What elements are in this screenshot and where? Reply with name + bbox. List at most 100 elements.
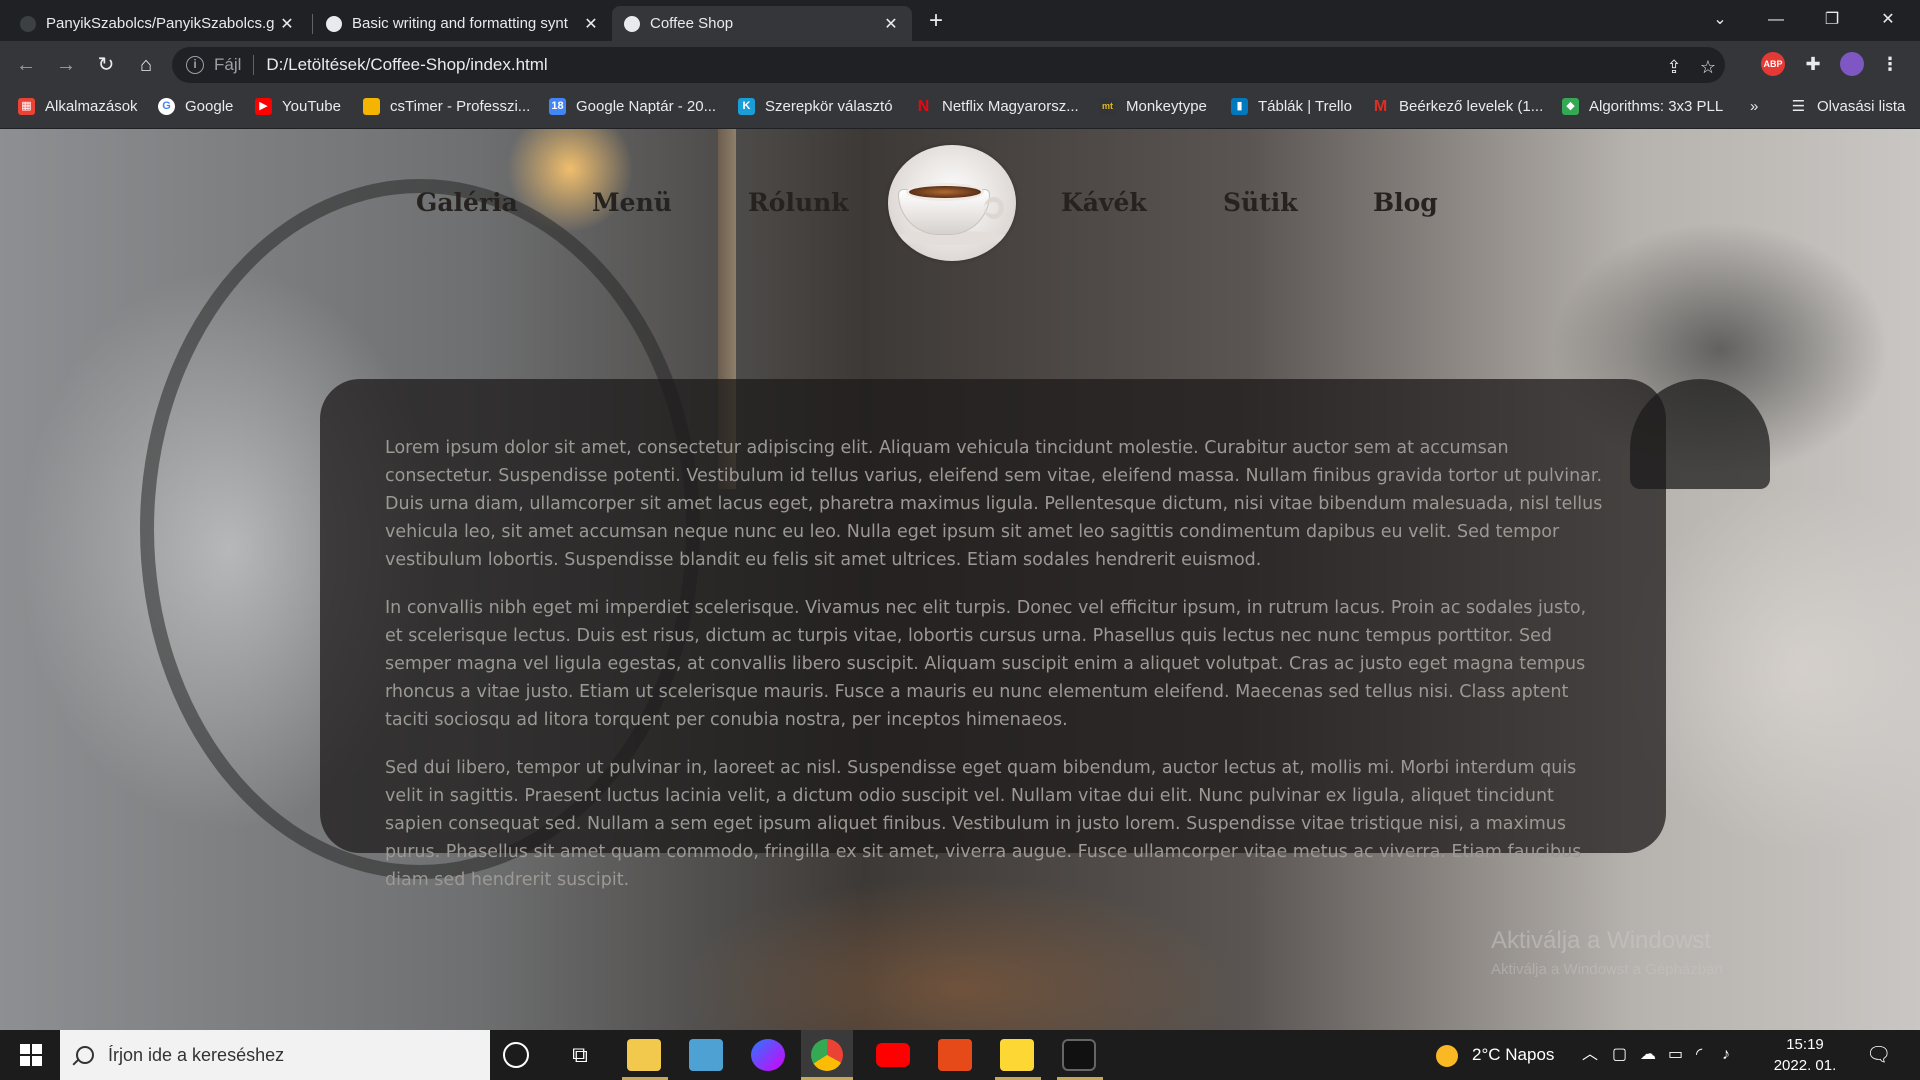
windows-activation-title: Aktiválja a Windowst	[1491, 927, 1712, 954]
onedrive-cloud-icon[interactable]: ☁	[1640, 1030, 1656, 1080]
tab-coffee-shop[interactable]: Coffee Shop ✕	[612, 6, 912, 41]
reload-button[interactable]: ↻	[92, 51, 120, 79]
tab-title: PanyikSzabolcs/PanyikSzabolcs.g	[46, 15, 275, 32]
bookmarks-bar: ▦ Alkalmazások G Google ▶ YouTube csTime…	[0, 89, 1920, 129]
bookmark-label: Netflix Magyarorsz...	[942, 98, 1079, 115]
browser-toolbar: ← → ↻ ⌂ i Fájl D:/Letöltések/Coffee-Shop…	[0, 41, 1920, 89]
obs-icon[interactable]	[1062, 1039, 1096, 1071]
cstimer-icon	[363, 98, 380, 115]
bookmark-google[interactable]: G Google	[158, 98, 233, 115]
tab-markdown-docs[interactable]: Basic writing and formatting synt ✕	[314, 6, 612, 41]
apps-grid-icon: ▦	[18, 98, 35, 115]
bookmark-label: Alkalmazások	[45, 98, 138, 115]
task-view-icon[interactable]: ⧉	[563, 1039, 597, 1071]
bookmark-label: Google Naptár - 20...	[576, 98, 717, 115]
content-paragraph: In convallis nibh eget mi imperdiet scel…	[385, 598, 1587, 730]
extensions-icon[interactable]: ✚	[1801, 52, 1825, 76]
weather-text[interactable]: 2°C Napos	[1472, 1030, 1554, 1080]
bookmark-label: Táblák | Trello	[1258, 98, 1352, 115]
bookmarks-overflow-button[interactable]: »	[1750, 98, 1758, 115]
close-tab-icon[interactable]: ✕	[882, 14, 900, 34]
taskbar-search-box[interactable]: Írjon ide a kereséshez	[60, 1030, 490, 1080]
monkeytype-icon: mt	[1099, 98, 1116, 115]
back-button[interactable]: ←	[12, 51, 40, 79]
close-tab-icon[interactable]: ✕	[278, 14, 296, 34]
tab-title: Basic writing and formatting synt	[352, 15, 568, 32]
nav-link-menu[interactable]: Menü	[592, 188, 672, 217]
coffee-shop-page: Galéria Menü Rólunk Kávék Sütik Blog Lor…	[0, 129, 1920, 1030]
forward-button[interactable]: →	[52, 51, 80, 79]
nav-link-blog[interactable]: Blog	[1373, 188, 1438, 217]
bookmark-kreta[interactable]: K Szerepkör választó	[738, 98, 893, 115]
chrome-icon	[811, 1039, 843, 1071]
tray-overflow-chevron-icon[interactable]: ︿	[1582, 1030, 1598, 1080]
new-tab-button[interactable]: +	[922, 8, 950, 36]
restore-button[interactable]: ❐	[1804, 0, 1860, 41]
start-button[interactable]	[0, 1030, 60, 1080]
tab-title: Coffee Shop	[650, 15, 734, 32]
content-card: Lorem ipsum dolor sit amet, consectetur …	[320, 379, 1666, 890]
minimize-button[interactable]: —	[1748, 0, 1804, 41]
weather-sun-icon[interactable]	[1436, 1030, 1460, 1080]
bookmark-label: Google	[185, 98, 234, 115]
bookmark-apps[interactable]: ▦ Alkalmazások	[18, 98, 138, 115]
reading-list-label: Olvasási lista	[1817, 98, 1906, 115]
windows-activation-subtitle: Aktiválja a Windowst a Gépházban	[1491, 961, 1723, 978]
taskbar-clock[interactable]: 15:19 2022. 01. 18.	[1762, 1034, 1848, 1080]
trello-icon: ▮	[1231, 98, 1248, 115]
github-icon	[326, 15, 342, 32]
site-nav: Galéria Menü Rólunk Kávék Sütik Blog	[0, 145, 1920, 265]
youtube-taskbar-icon[interactable]	[876, 1043, 910, 1067]
search-placeholder: Írjon ide a kereséshez	[108, 1044, 285, 1065]
bookmark-trello[interactable]: ▮ Táblák | Trello	[1231, 98, 1352, 115]
info-icon[interactable]: i	[186, 56, 204, 74]
coffee-surface-shape	[906, 183, 984, 201]
menu-kebab-icon[interactable]: ⋮	[1878, 52, 1902, 76]
office-icon[interactable]	[938, 1039, 972, 1071]
search-icon	[76, 1046, 94, 1064]
avatar[interactable]	[1840, 52, 1864, 76]
bookmark-monkeytype[interactable]: mt Monkeytype	[1099, 98, 1207, 115]
home-button[interactable]: ⌂	[132, 51, 160, 79]
meet-now-icon[interactable]: ▢	[1612, 1030, 1627, 1080]
globe-icon	[624, 15, 640, 32]
bookmark-cstimer[interactable]: csTimer - Professzi...	[363, 98, 530, 115]
netflix-icon: N	[917, 98, 930, 115]
computer-app-icon[interactable]	[689, 1039, 723, 1071]
nav-link-about[interactable]: Rólunk	[748, 188, 849, 217]
address-bar[interactable]: i Fájl D:/Letöltések/Coffee-Shop/index.h…	[172, 47, 1725, 83]
bookmark-label: Monkeytype	[1126, 98, 1207, 115]
youtube-icon: ▶	[255, 98, 272, 115]
nav-link-gallery[interactable]: Galéria	[416, 188, 518, 217]
bookmark-youtube[interactable]: ▶ YouTube	[255, 98, 341, 115]
bookmark-pll-algorithms[interactable]: ◆ Algorithms: 3x3 PLL	[1562, 98, 1723, 115]
bookmark-google-calendar[interactable]: 18 Google Naptár - 20...	[549, 98, 716, 115]
share-icon[interactable]: ⇪	[1662, 55, 1686, 79]
bookmark-star-icon[interactable]: ☆	[1696, 55, 1720, 79]
adblock-plus-icon[interactable]: ABP	[1761, 52, 1785, 76]
reading-list-icon: ☰	[1791, 98, 1806, 115]
clock-time: 15:19	[1786, 1036, 1824, 1053]
bookmark-label: csTimer - Professzi...	[390, 98, 531, 115]
nav-link-coffees[interactable]: Kávék	[1061, 188, 1147, 217]
volume-icon[interactable]: ♪	[1722, 1030, 1730, 1080]
kreta-icon: K	[738, 98, 755, 115]
coffee-cup-logo[interactable]	[888, 145, 1016, 261]
close-tab-icon[interactable]: ✕	[582, 14, 600, 34]
file-explorer-icon[interactable]	[627, 1039, 661, 1071]
messenger-icon[interactable]	[751, 1039, 785, 1071]
google-icon: G	[158, 98, 175, 115]
wifi-icon[interactable]: ◜	[1696, 1030, 1702, 1080]
tab-search-chevron-icon[interactable]: ⌄	[1692, 0, 1748, 41]
notification-center-icon[interactable]: 🗨	[1866, 1030, 1891, 1080]
bookmark-gmail[interactable]: M Beérkező levelek (1...	[1372, 98, 1543, 115]
tab-github-profile[interactable]: PanyikSzabolcs/PanyikSzabolcs.g ✕	[8, 6, 308, 41]
nav-link-cookies[interactable]: Sütik	[1223, 188, 1298, 217]
sticky-notes-icon[interactable]	[1000, 1039, 1034, 1071]
url-text[interactable]: D:/Letöltések/Coffee-Shop/index.html	[266, 55, 547, 75]
close-window-button[interactable]: ✕	[1860, 0, 1916, 41]
bookmark-netflix[interactable]: N Netflix Magyarorsz...	[915, 98, 1079, 115]
battery-icon[interactable]: ▭	[1668, 1030, 1683, 1080]
cortana-icon[interactable]	[503, 1042, 529, 1068]
reading-list-button[interactable]: ☰ Olvasási lista	[1790, 98, 1906, 115]
